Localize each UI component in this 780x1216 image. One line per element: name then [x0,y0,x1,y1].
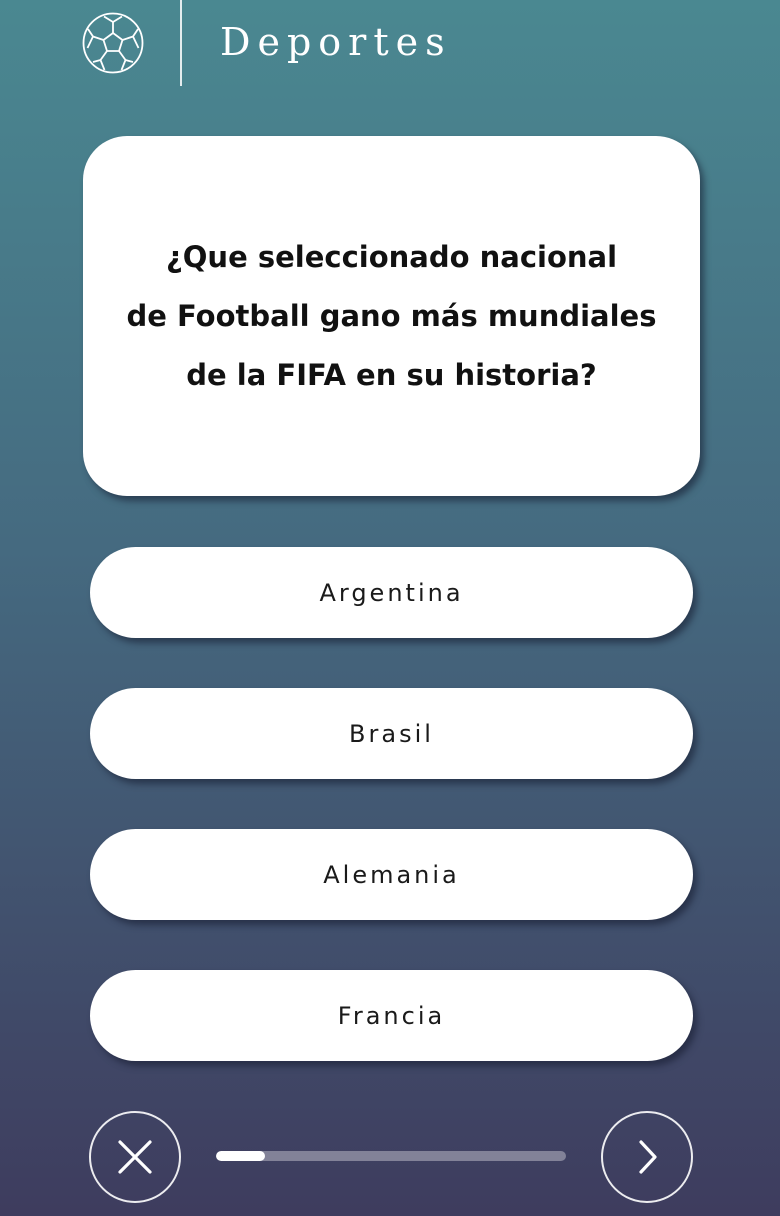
question-text: ¿Que seleccionado nacional de Football g… [107,228,677,405]
progress-bar [216,1151,566,1161]
progress-fill [216,1151,265,1161]
header: Deportes [0,0,780,86]
answer-option-brasil[interactable]: Brasil [90,688,693,779]
answer-option-francia[interactable]: Francia [90,970,693,1061]
answer-label: Francia [337,1001,446,1030]
answer-option-argentina[interactable]: Argentina [90,547,693,638]
answer-label: Alemania [323,860,460,889]
next-button[interactable] [601,1111,693,1203]
category-title: Deportes [220,20,452,64]
header-divider [180,0,182,86]
answer-label: Argentina [319,578,464,607]
answer-option-alemania[interactable]: Alemania [90,829,693,920]
close-icon [118,1140,152,1174]
close-button[interactable] [89,1111,181,1203]
question-card: ¿Que seleccionado nacional de Football g… [83,136,700,496]
answer-label: Brasil [349,719,434,748]
question-line: de la FIFA en su historia? [186,357,597,392]
question-line: ¿Que seleccionado nacional [165,239,618,274]
soccer-ball-icon [82,12,144,74]
chevron-right-icon [639,1140,657,1174]
question-line: de Football gano más mundiales [126,298,657,333]
